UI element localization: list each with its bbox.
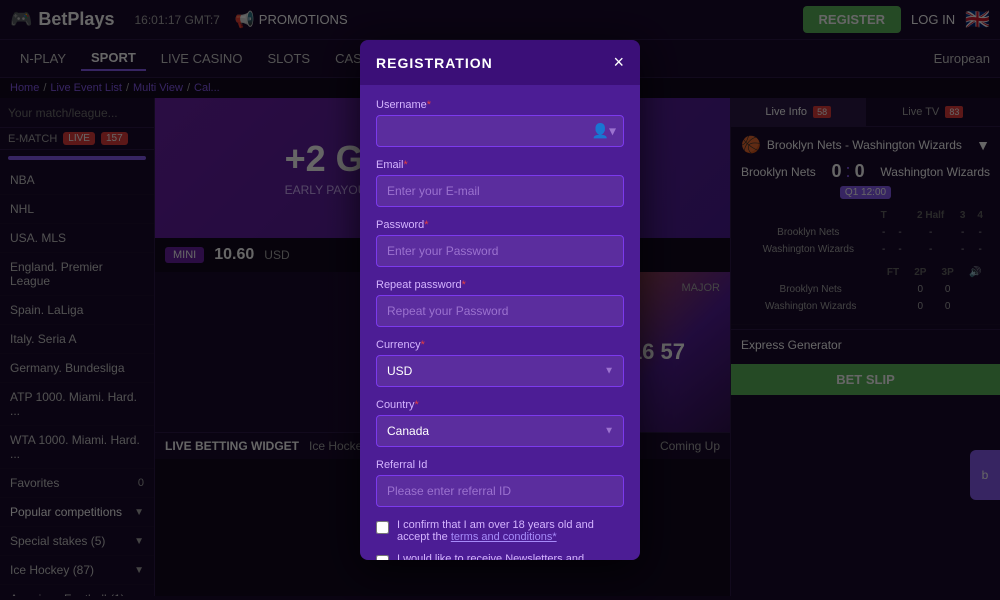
country-select[interactable]: Canada USA UK Australia <box>376 415 624 447</box>
country-select-wrapper: Canada USA UK Australia <box>376 415 624 447</box>
newsletter-text: I would like to receive Newsletters and … <box>397 553 624 560</box>
modal-header: REGISTRATION × <box>360 40 640 85</box>
referral-group: Referral Id <box>376 459 624 507</box>
username-input[interactable] <box>376 115 624 147</box>
terms-link[interactable]: terms and conditions* <box>451 531 557 543</box>
terms-checkbox[interactable] <box>376 521 389 534</box>
terms-checkbox-row: I confirm that I am over 18 years old an… <box>376 519 624 543</box>
username-input-wrapper: 👤▾ <box>376 115 624 147</box>
email-group: Email* <box>376 159 624 207</box>
repeat-password-label: Repeat password* <box>376 279 624 291</box>
modal-title: REGISTRATION <box>376 55 493 71</box>
modal-overlay[interactable]: REGISTRATION × Username* 👤▾ Email* <box>0 0 1000 600</box>
email-input[interactable] <box>376 175 624 207</box>
user-icon: 👤▾ <box>592 123 616 140</box>
email-label: Email* <box>376 159 624 171</box>
referral-label: Referral Id <box>376 459 624 471</box>
terms-text: I confirm that I am over 18 years old an… <box>397 519 624 543</box>
modal-close-button[interactable]: × <box>613 52 624 73</box>
username-group: Username* 👤▾ <box>376 99 624 147</box>
currency-group: Currency* USD EUR GBP CAD <box>376 339 624 387</box>
password-group: Password* <box>376 219 624 267</box>
modal-body: Username* 👤▾ Email* Password* <box>360 85 640 560</box>
repeat-password-input[interactable] <box>376 295 624 327</box>
password-input[interactable] <box>376 235 624 267</box>
username-label: Username* <box>376 99 624 111</box>
newsletter-checkbox[interactable] <box>376 555 389 560</box>
country-group: Country* Canada USA UK Australia <box>376 399 624 447</box>
repeat-password-group: Repeat password* <box>376 279 624 327</box>
referral-input[interactable] <box>376 475 624 507</box>
registration-modal: REGISTRATION × Username* 👤▾ Email* <box>360 40 640 560</box>
newsletter-checkbox-row: I would like to receive Newsletters and … <box>376 553 624 560</box>
password-label: Password* <box>376 219 624 231</box>
country-label: Country* <box>376 399 624 411</box>
currency-label: Currency* <box>376 339 624 351</box>
currency-select-wrapper: USD EUR GBP CAD <box>376 355 624 387</box>
currency-select[interactable]: USD EUR GBP CAD <box>376 355 624 387</box>
